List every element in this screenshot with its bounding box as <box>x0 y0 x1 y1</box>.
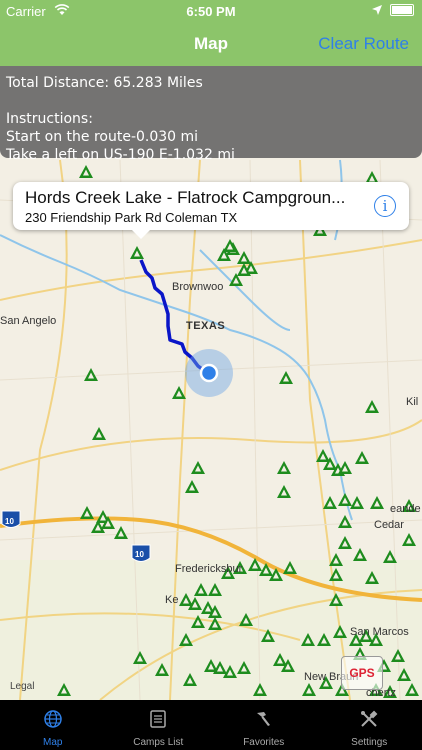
total-distance: Total Distance: 65.283 Miles <box>6 75 203 91</box>
instructions-label: Instructions: <box>6 111 93 127</box>
clock: 6:50 PM <box>186 4 236 19</box>
globe-icon <box>44 710 62 728</box>
map-label-san-marcos: San Marcos <box>350 626 409 638</box>
tab-label: Camps List <box>133 737 184 748</box>
map-label-leander: eande <box>390 503 421 515</box>
tab-label: Settings <box>351 737 388 748</box>
gps-button[interactable]: GPS <box>341 656 383 690</box>
instruction-step: Take a left on US-190 E-1.032 mi <box>6 147 235 163</box>
callout-title: Hords Creek Lake - Flatrock Campgroun... <box>25 188 346 207</box>
nav-bar: Map Clear Route <box>0 22 422 66</box>
interstate-10-label-west: 10 <box>5 517 14 526</box>
tools-icon <box>361 710 378 727</box>
tab-bar: Map Camps List Favorites Settings <box>0 700 422 750</box>
status-bar: Carrier 6:50 PM <box>0 0 422 22</box>
clear-route-button[interactable]: Clear Route <box>318 34 409 54</box>
location-arrow-icon <box>372 5 382 15</box>
legal-link[interactable]: Legal <box>10 681 34 692</box>
tab-label: Favorites <box>243 737 285 748</box>
hammer-icon <box>256 712 270 726</box>
tab-settings[interactable]: Settings <box>317 700 422 750</box>
tab-map[interactable]: Map <box>0 700 106 750</box>
list-icon <box>150 710 166 728</box>
tab-label: Map <box>43 737 63 748</box>
callout-address: 230 Friendship Park Rd Coleman TX <box>25 210 238 225</box>
tab-camps-list[interactable]: Camps List <box>106 700 212 750</box>
tab-favorites[interactable]: Favorites <box>211 700 317 750</box>
map-label-texas: TEXAS <box>186 320 225 332</box>
map-label-kil: Kil <box>406 396 418 408</box>
route-info-panel: Total Distance: 65.283 Miles Instruction… <box>0 66 422 163</box>
map-label-san-angelo: San Angelo <box>0 315 56 327</box>
interstate-10-label-east: 10 <box>135 550 144 559</box>
map-label-fredericksburg: Fredericksbur <box>175 563 243 575</box>
campground-callout[interactable]: Hords Creek Lake - Flatrock Campgroun...… <box>13 182 409 239</box>
battery-icon <box>390 4 414 16</box>
map-label-cedar: Cedar <box>374 519 404 531</box>
info-icon[interactable]: i <box>374 195 396 217</box>
instruction-step: Start on the route-0.030 mi <box>6 129 199 145</box>
map-label-ke: Ke <box>165 594 178 606</box>
map-label-brownwood: Brownwoo <box>172 281 223 293</box>
